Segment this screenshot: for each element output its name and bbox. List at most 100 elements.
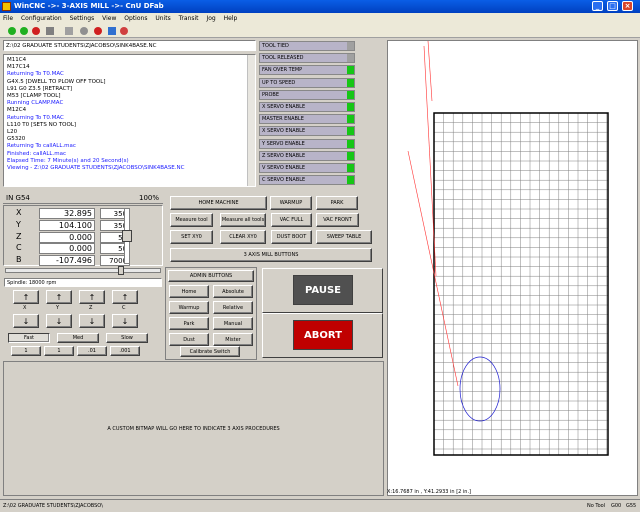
axis-row: Z0.00050	[12, 231, 130, 243]
pause-frame: PAUSE	[262, 268, 383, 313]
axis-value[interactable]: 104.100	[39, 219, 95, 231]
run-icon[interactable]	[8, 27, 16, 35]
maximize-button[interactable]: □	[607, 1, 618, 11]
feed-slider-thumb[interactable]	[122, 230, 132, 242]
log-line: L110 T0 [SETS NO TOOL]	[7, 121, 77, 128]
status-label: Z SERVO ENABLE	[262, 152, 306, 159]
stop-icon[interactable]	[32, 27, 40, 35]
jog-axis-label: C	[122, 305, 126, 311]
machine-button[interactable]: DUST BOOT	[271, 230, 312, 244]
record-red-icon[interactable]	[94, 27, 102, 35]
menu-transit[interactable]: Transit	[176, 15, 202, 22]
menu-configuration[interactable]: Configuration	[18, 15, 65, 22]
spindle-slider[interactable]	[5, 268, 161, 273]
crosshair-icon[interactable]	[120, 27, 128, 35]
axis-row: B -107.496 7000	[12, 255, 130, 267]
admin-left-button[interactable]: Home	[169, 285, 209, 298]
log-scrollbar[interactable]	[247, 55, 255, 186]
machine-button[interactable]: 3 AXIS MILL BUTTONS	[170, 248, 372, 262]
status-led	[347, 54, 354, 63]
axis-value[interactable]: 0.000	[39, 243, 95, 255]
bitmap-placeholder-text: A CUSTOM BITMAP WILL GO HERE TO INDICATE…	[107, 425, 280, 432]
log-line: L20	[7, 129, 18, 136]
status-led	[347, 78, 354, 87]
record-icon[interactable]	[80, 27, 88, 35]
machine-button[interactable]: PARK	[316, 196, 358, 210]
status-row: TOOL RELEASED	[259, 53, 355, 64]
jog-speed-button[interactable]: Slow	[106, 333, 148, 343]
spindle-slider-thumb[interactable]	[118, 266, 124, 275]
machine-button[interactable]: WARMUP	[270, 196, 312, 210]
admin-left-button[interactable]: Dust	[169, 333, 209, 346]
machine-button[interactable]: VAC FRONT	[316, 213, 359, 227]
admin-right-button[interactable]: Manual	[213, 317, 253, 330]
jog-step-button[interactable]: 1	[44, 346, 74, 356]
axis-value[interactable]: 0.000	[39, 231, 95, 243]
abort-frame: ABORT	[262, 313, 383, 358]
admin-left-button[interactable]: Park	[169, 317, 209, 330]
jog-minus-button[interactable]: ↓	[13, 314, 39, 328]
status-led	[347, 103, 354, 111]
jog-step-button[interactable]: .01	[77, 346, 107, 356]
jog-plus-button[interactable]: ↑	[112, 290, 138, 304]
machine-button[interactable]: SET XY0	[170, 230, 213, 244]
coord-panel: X32.895350Y104.100350Z0.00050C0.00050B-1…	[3, 205, 163, 267]
axis-value[interactable]: -107.496	[39, 255, 95, 267]
file-path-field[interactable]: Z:\02 GRADUATE STUDENTS\ZJACOBSO\SINK4BA…	[3, 40, 256, 51]
machine-button[interactable]: Measure all tools	[220, 213, 266, 227]
machine-button[interactable]: SWEEP TABLE	[316, 230, 372, 244]
log-line: M53 [CLAMP TOOL]	[7, 93, 61, 100]
machine-button[interactable]: CLEAR XY0	[220, 230, 266, 244]
log-line: M11C4	[7, 57, 27, 63]
status-label: MASTER ENABLE	[262, 116, 304, 123]
jog-axis-label: Y	[56, 305, 60, 311]
jog-speed-button[interactable]: Med	[57, 333, 99, 343]
jog-step-button[interactable]: 1	[11, 346, 41, 356]
jog-speed-button[interactable]: Fast	[8, 333, 50, 343]
machine-button[interactable]: VAC FULL	[271, 213, 312, 227]
axis-value[interactable]: 32.895	[39, 208, 95, 219]
menu-file[interactable]: File	[0, 15, 16, 22]
jog-axis-label: X	[23, 305, 27, 311]
menu-options[interactable]: Options	[121, 15, 150, 22]
log-line: Viewing - Z:\02 GRADUATE STUDENTS\ZJACOB…	[7, 165, 185, 172]
log-line: G5320	[7, 136, 26, 143]
pause-button[interactable]: PAUSE	[293, 275, 353, 305]
jog-plus-button[interactable]: ↑	[79, 290, 105, 304]
admin-right-button[interactable]: Relative	[213, 301, 253, 314]
step-icon[interactable]	[46, 27, 54, 35]
admin-right-button[interactable]: Absolute	[213, 285, 253, 298]
jog-plus-button[interactable]: ↑	[13, 290, 39, 304]
jog-plus-button[interactable]: ↑	[46, 290, 72, 304]
admin-right-button[interactable]: Mister	[213, 333, 253, 346]
menu-jog[interactable]: Jog	[203, 15, 218, 22]
log-line: Returning To T0.MAC	[7, 114, 64, 121]
status-row: TOOL TIED	[259, 41, 355, 51]
abort-button[interactable]: ABORT	[293, 320, 353, 350]
jog-minus-button[interactable]: ↓	[46, 314, 72, 328]
machine-button[interactable]: Measure tool	[170, 213, 213, 227]
jog-axis-label: Z	[89, 305, 93, 311]
machine-button[interactable]: HOME MACHINE	[170, 196, 267, 210]
menu-units[interactable]: Units	[152, 15, 173, 22]
menu-help[interactable]: Help	[221, 15, 241, 22]
jog-minus-button[interactable]: ↓	[112, 314, 138, 328]
axis-row: C 0.000 50	[12, 243, 130, 255]
jog-minus-button[interactable]: ↓	[79, 314, 105, 328]
menu-settings[interactable]: Settings	[67, 15, 98, 22]
title-bar: WinCNC ->- 3-AXIS MILL ->- CnU DFab _ □ …	[0, 0, 640, 13]
toolpath-line	[407, 150, 459, 387]
status-label: FAN OVER TEMP	[262, 67, 303, 74]
run-all-icon[interactable]	[20, 27, 28, 35]
jog-step-button[interactable]: .001	[110, 346, 140, 356]
tool-icon[interactable]	[108, 27, 116, 35]
toolpath-view[interactable]	[387, 40, 638, 496]
menu-view[interactable]: View	[99, 15, 119, 22]
pause-icon[interactable]	[65, 27, 73, 35]
message-log[interactable]: M11C4 M17C14 Returning To T0.MAC G4X.5 [DWE…	[3, 54, 256, 187]
admin-left-button[interactable]: Warmup	[169, 301, 209, 314]
minimize-button[interactable]: _	[592, 1, 603, 11]
calibrate-switch-button[interactable]: Calibrate Switch	[180, 346, 240, 357]
close-button[interactable]: ×	[622, 1, 633, 11]
log-line: Running CLAMP.MAC	[7, 100, 64, 107]
